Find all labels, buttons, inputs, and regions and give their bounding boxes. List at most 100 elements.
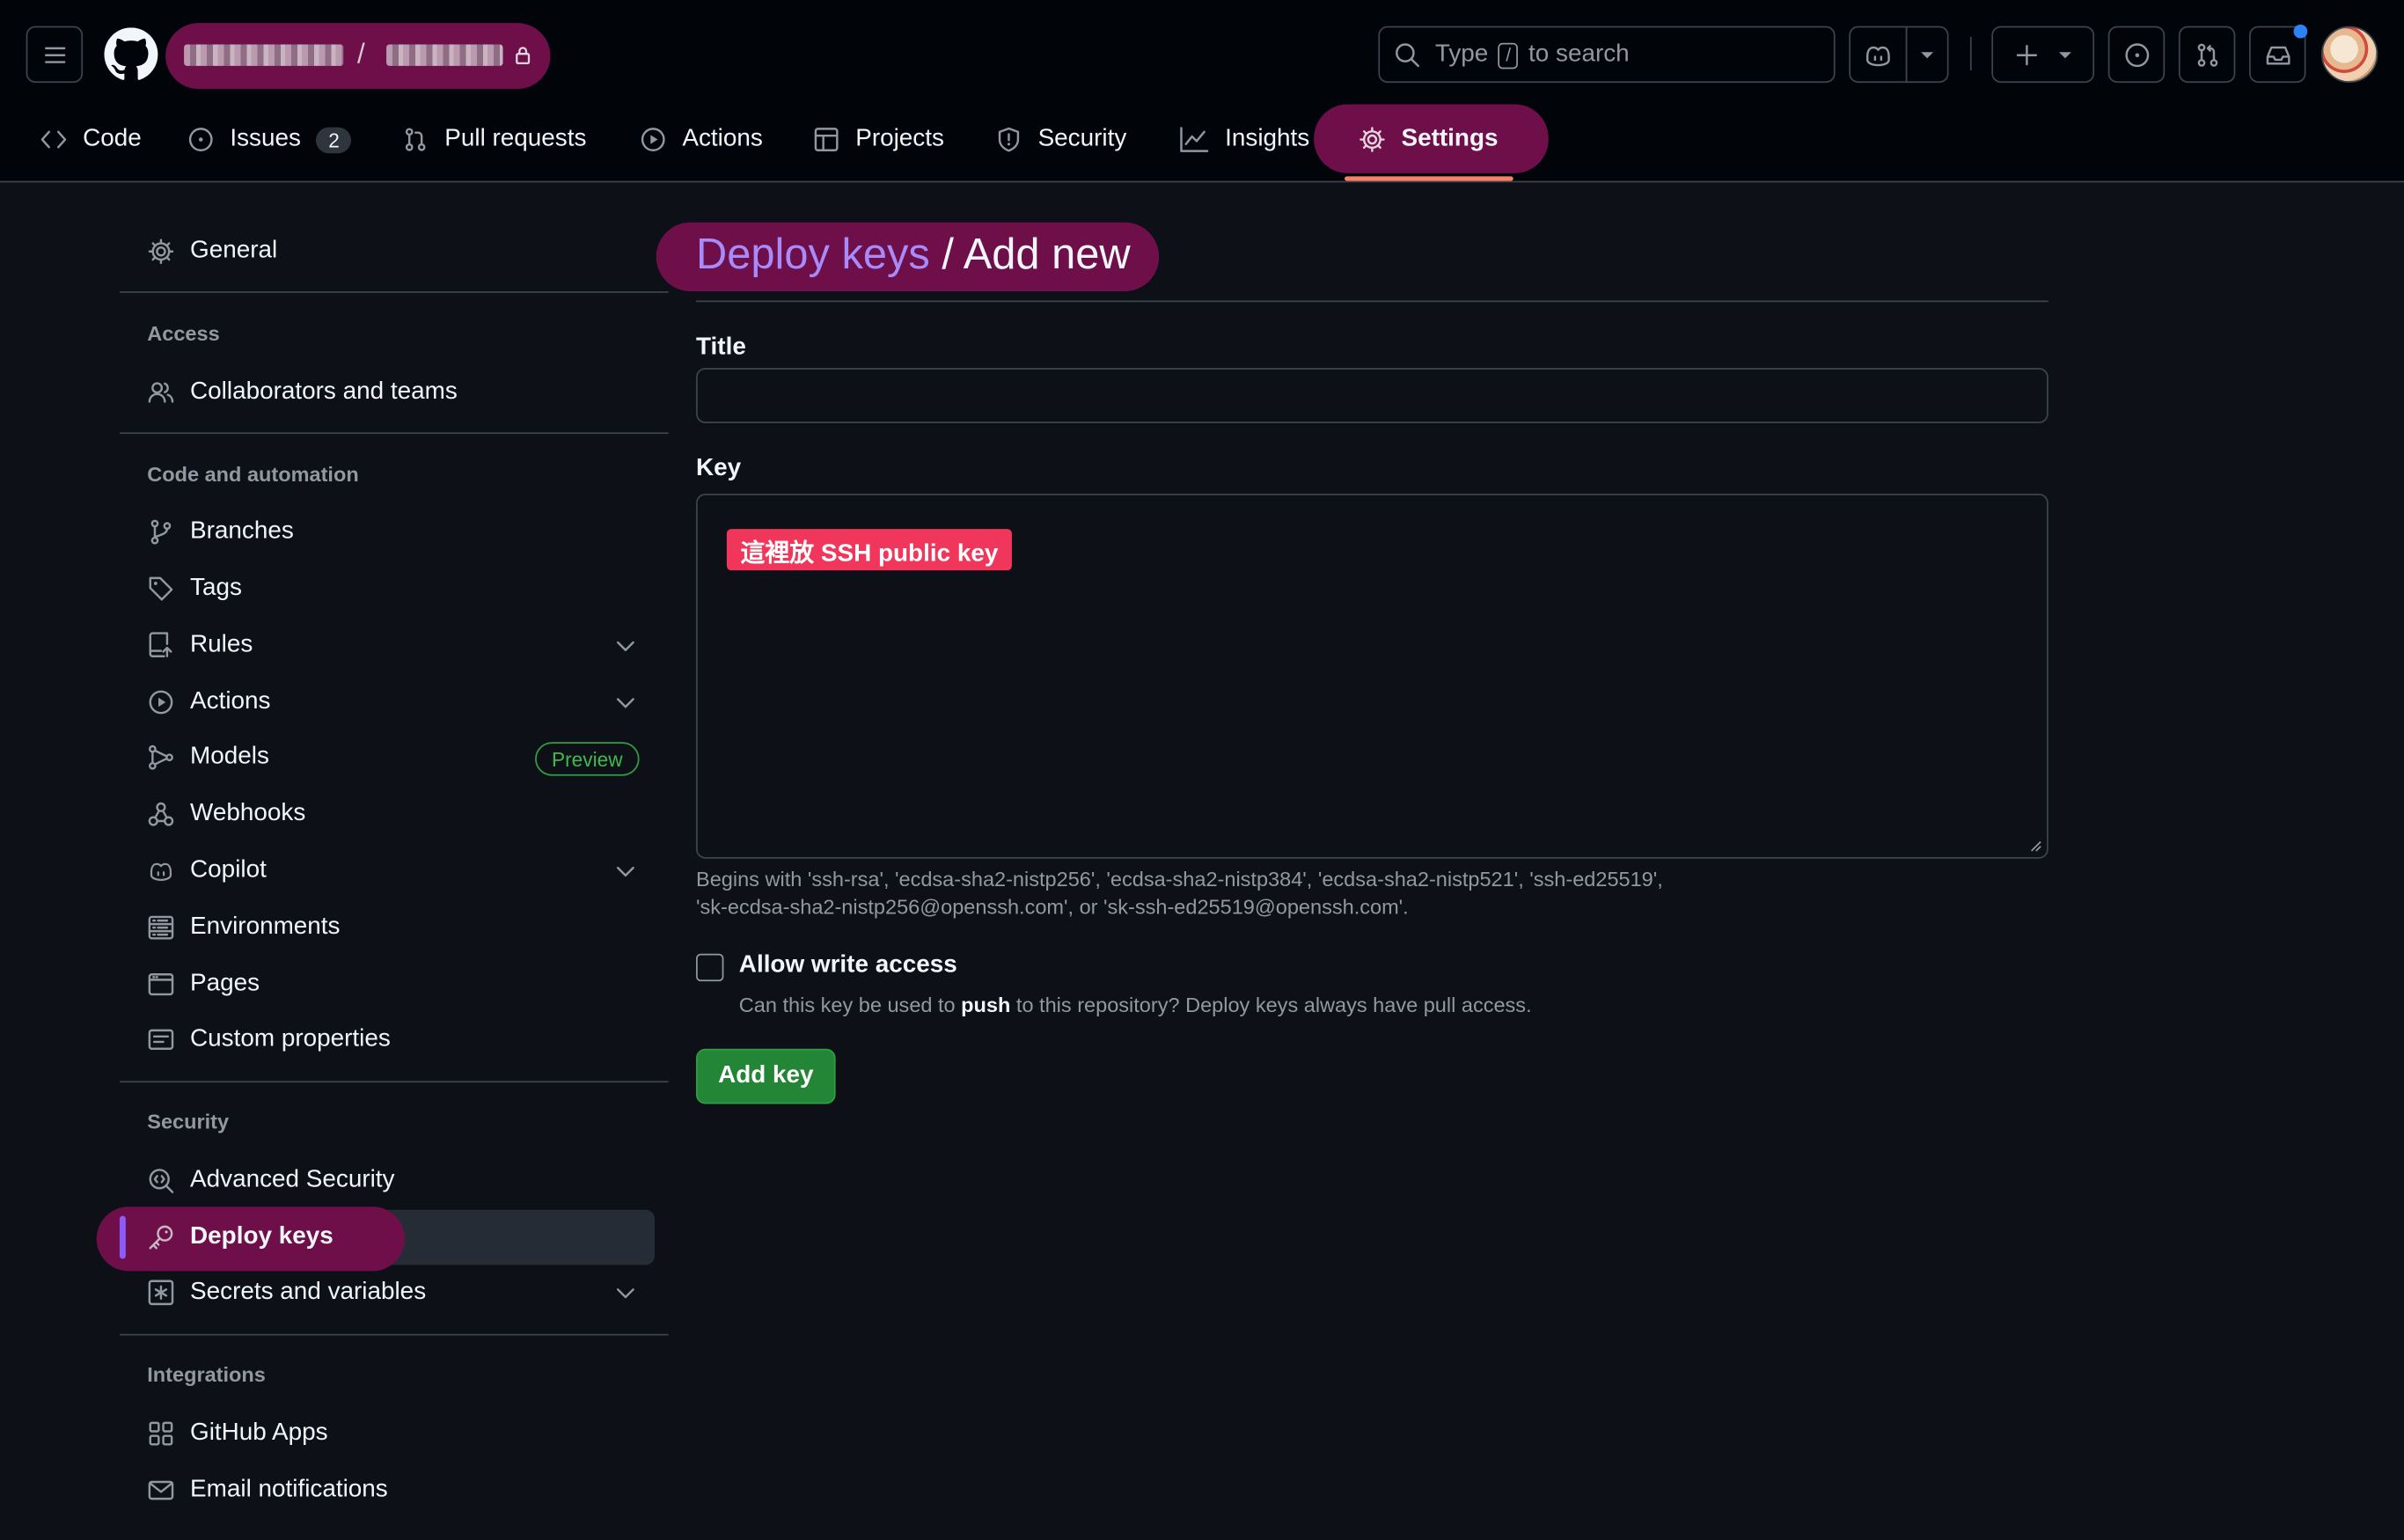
sidebar-item-branches[interactable]: Branches (147, 509, 294, 554)
sidebar-item-rules[interactable]: Rules (147, 622, 253, 668)
git-pull-request-icon (405, 128, 426, 151)
github-logo[interactable] (104, 27, 158, 81)
sidebar-item-label: Models (190, 744, 269, 770)
tab-actions[interactable]: Actions (640, 114, 763, 165)
people-icon (148, 382, 174, 403)
preview-badge: Preview (535, 742, 640, 776)
sidebar-item-github-apps[interactable]: GitHub Apps (147, 1411, 328, 1456)
sidebar-heading-security: Security (147, 1110, 230, 1133)
sidebar-item-deploy-keys[interactable]: Deploy keys (147, 1214, 333, 1260)
git-pull-request-icon (2196, 42, 2217, 66)
table-icon (814, 128, 839, 151)
sidebar-divider (119, 291, 669, 293)
sidebar-item-label: GitHub Apps (190, 1419, 328, 1447)
repo-breadcrumb[interactable]: / (165, 23, 551, 90)
tab-code-label: Code (83, 125, 142, 152)
tab-code[interactable]: Code (40, 114, 142, 165)
create-new-button[interactable] (1991, 26, 2095, 84)
sidebar-item-email-notifications[interactable]: Email notifications (147, 1467, 388, 1513)
sidebar-item-advanced-security[interactable]: Advanced Security (147, 1157, 394, 1203)
menu-button[interactable] (26, 26, 84, 84)
repo-push-icon (149, 632, 172, 657)
breadcrumb-deploy-keys-link[interactable]: Deploy keys (696, 230, 930, 277)
search-prefix: Type (1434, 41, 1489, 68)
github-mark-icon (104, 27, 158, 80)
sidebar-item-label: Copilot (190, 856, 267, 884)
sidebar-item-actions[interactable]: Actions (147, 679, 270, 725)
sidebar-item-label: Webhooks (190, 800, 306, 827)
chevron-down-icon[interactable] (613, 634, 638, 658)
copilot-icon (1865, 45, 1890, 66)
breadcrumb-current: / Add new (929, 230, 1131, 278)
gear-icon (1360, 127, 1385, 152)
sidebar-item-label: Actions (190, 688, 271, 715)
sidebar-item-label: Custom properties (190, 1025, 391, 1052)
copilot-dropdown-button[interactable] (1905, 26, 1949, 84)
title-field[interactable] (696, 368, 2049, 423)
browser-icon (148, 973, 174, 996)
sidebar-heading-access: Access (147, 321, 220, 346)
key-icon (149, 1225, 173, 1250)
title-field-label: Title (696, 334, 746, 361)
unread-notification-dot (2293, 24, 2308, 39)
sidebar-item-webhooks[interactable]: Webhooks (147, 791, 305, 837)
play-icon (641, 128, 665, 151)
user-avatar[interactable] (2320, 26, 2378, 84)
issue-opened-icon (2124, 42, 2149, 67)
sidebar-item-pages[interactable]: Pages (147, 961, 260, 1007)
tab-pull-requests-label: Pull requests (444, 125, 587, 152)
mail-icon (148, 1480, 174, 1500)
chevron-down-icon[interactable] (613, 690, 638, 715)
allow-write-label[interactable]: Allow write access (739, 952, 957, 979)
sidebar-item-models[interactable]: Models (147, 735, 269, 781)
sidebar-item-environments[interactable]: Environments (147, 905, 341, 950)
triangle-down-icon (1921, 51, 1934, 58)
pull-requests-shortcut-button[interactable] (2178, 26, 2236, 84)
resize-grip-icon[interactable] (2027, 837, 2041, 852)
play-icon (149, 690, 173, 715)
codescan-icon (149, 1169, 174, 1193)
tab-actions-label: Actions (682, 125, 763, 152)
sidebar-item-copilot[interactable]: Copilot (147, 848, 267, 894)
sidebar-item-collaborators[interactable]: Collaborators and teams (147, 370, 458, 415)
sidebar-item-tags[interactable]: Tags (147, 566, 242, 612)
tab-pull-requests[interactable]: Pull requests (401, 114, 586, 165)
search-suffix: to search (1528, 41, 1630, 68)
sidebar-item-label: Deploy keys (190, 1223, 333, 1250)
sidebar-item-general[interactable]: General (147, 229, 277, 275)
allow-write-checkbox[interactable] (696, 953, 724, 982)
sidebar-divider (119, 432, 669, 435)
tab-projects[interactable]: Projects (812, 114, 944, 165)
ai-model-icon (149, 744, 173, 770)
search-input[interactable]: Type / to search (1378, 26, 1836, 84)
sidebar-item-secrets-variables[interactable]: Secrets and variables (147, 1270, 426, 1316)
issues-shortcut-button[interactable] (2107, 26, 2166, 84)
chevron-down-icon[interactable] (613, 1280, 638, 1305)
lock-icon (516, 47, 531, 65)
sidebar-item-label: Branches (190, 517, 294, 545)
issue-opened-icon (188, 128, 213, 151)
tab-issues[interactable]: Issues 2 (187, 114, 352, 165)
add-key-button[interactable]: Add key (696, 1048, 836, 1104)
graph-icon (1180, 127, 1209, 152)
chevron-down-icon[interactable] (613, 859, 638, 884)
tab-insights[interactable]: Insights (1179, 114, 1309, 165)
tab-settings[interactable]: Settings (1359, 114, 1498, 165)
tab-insights-label: Insights (1225, 125, 1310, 152)
copilot-icon (150, 862, 172, 881)
tab-security-label: Security (1037, 125, 1127, 152)
sidebar-heading-integrations: Integrations (147, 1362, 266, 1387)
owner-name-redacted[interactable] (184, 44, 344, 66)
sidebar-item-label: Tags (190, 575, 242, 601)
tab-security[interactable]: Security (995, 114, 1126, 165)
sidebar-divider (119, 1333, 669, 1336)
plus-icon (2015, 44, 2037, 65)
copilot-button[interactable] (1849, 26, 1908, 84)
key-help-line-1: Begins with 'ssh-rsa', 'ecdsa-sha2-nistp… (696, 868, 1663, 891)
shield-icon (998, 127, 1020, 152)
sidebar-item-custom-properties[interactable]: Custom properties (147, 1016, 391, 1062)
key-annotation-label: 這裡放 SSH public key (726, 529, 1013, 571)
repo-name-redacted[interactable] (386, 44, 503, 66)
key-field-label: Key (696, 455, 742, 482)
sidebar-item-label: Advanced Security (190, 1166, 395, 1193)
